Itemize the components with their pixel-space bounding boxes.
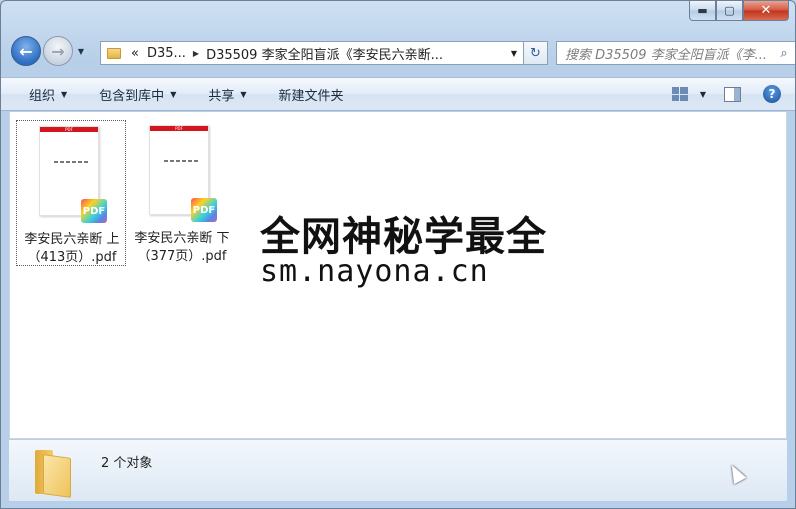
navigation-bar: ← → ▼ « D35... ▶ D35509 李家全阳盲派《李安民六亲断...… xyxy=(11,35,795,67)
file-name-line2: （413页）.pdf xyxy=(27,250,117,265)
item-count: 2 个对象 xyxy=(101,456,153,471)
thumbnail-text-line xyxy=(54,161,88,163)
search-icon[interactable]: ⌕ xyxy=(773,46,795,61)
file-name-line1: 李安民六亲断 下 xyxy=(134,231,230,246)
file-name[interactable]: 李安民六亲断 上 （413页）.pdf xyxy=(17,231,127,267)
organize-menu[interactable]: 组织 ▼ xyxy=(19,82,77,106)
thumbnail-text-line xyxy=(164,160,198,162)
new-folder-label: 新建文件夹 xyxy=(278,88,344,104)
file-list-area[interactable]: PDF PDF 李安民六亲断 上 （413页）.pdf PDF PDF 李安民六… xyxy=(9,112,787,439)
help-icon[interactable]: ? xyxy=(763,85,781,103)
back-button[interactable]: ← xyxy=(11,36,41,66)
forward-button[interactable]: → xyxy=(43,36,73,66)
search-placeholder: 搜索 D35509 李家全阳盲派《李... xyxy=(565,47,768,63)
file-item[interactable]: PDF PDF 李安民六亲断 上 （413页）.pdf xyxy=(16,120,126,266)
minimize-button[interactable]: ▬ xyxy=(689,1,716,21)
file-name-line1: 李安民六亲断 上 xyxy=(24,232,120,247)
include-in-library-label: 包含到库中 xyxy=(99,88,165,104)
organize-label: 组织 xyxy=(29,88,56,104)
file-name-line2: （377页）.pdf xyxy=(137,249,227,264)
chevron-down-icon: ▼ xyxy=(61,89,68,99)
explorer-window: ▬ ▢ ✕ ← → ▼ « D35... ▶ D35509 李家全阳盲派《李安民… xyxy=(0,0,796,509)
folder-icon xyxy=(31,450,75,498)
address-dropdown-icon[interactable]: ▼ xyxy=(505,49,523,58)
share-label: 共享 xyxy=(208,88,235,104)
chevron-down-icon: ▼ xyxy=(77,46,85,56)
details-pane: 2 个对象 xyxy=(9,439,787,501)
pdf-app-icon: PDF xyxy=(81,199,107,223)
change-view-icon[interactable] xyxy=(671,87,688,101)
chevron-right-icon[interactable]: ▶ xyxy=(190,49,202,58)
include-in-library-menu[interactable]: 包含到库中 ▼ xyxy=(89,82,186,106)
close-button[interactable]: ✕ xyxy=(743,1,789,21)
file-name[interactable]: 李安民六亲断 下 （377页）.pdf xyxy=(127,230,237,266)
refresh-icon: ↻ xyxy=(530,45,541,61)
pdf-header-band: PDF xyxy=(40,127,98,132)
chevron-down-icon: ▼ xyxy=(170,89,177,99)
pdf-app-icon: PDF xyxy=(191,198,217,222)
recent-pages-dropdown[interactable]: ▼ xyxy=(75,47,87,56)
maximize-button[interactable]: ▢ xyxy=(716,1,743,21)
toolbar-right: ▼ ? xyxy=(671,85,795,103)
caption-buttons: ▬ ▢ ✕ xyxy=(689,1,789,23)
folder-icon xyxy=(107,47,121,59)
file-item[interactable]: PDF PDF 李安民六亲断 下 （377页）.pdf xyxy=(127,120,237,266)
search-input[interactable]: 搜索 D35509 李家全阳盲派《李... ⌕ xyxy=(556,41,795,65)
breadcrumb-overflow[interactable]: « xyxy=(127,46,143,61)
mouse-cursor-icon xyxy=(725,461,747,485)
arrow-left-icon: ← xyxy=(19,41,33,61)
command-bar: 组织 ▼ 包含到库中 ▼ 共享 ▼ 新建文件夹 ▼ ? xyxy=(1,77,795,111)
arrow-right-icon: → xyxy=(51,41,65,61)
new-folder-button[interactable]: 新建文件夹 xyxy=(269,82,354,106)
pdf-header-band: PDF xyxy=(150,126,208,131)
breadcrumb-segment-1[interactable]: D35... xyxy=(143,46,190,61)
address-bar[interactable]: « D35... ▶ D35509 李家全阳盲派《李安民六亲断... ▼ xyxy=(100,41,524,65)
preview-pane-icon[interactable] xyxy=(724,86,741,102)
refresh-button[interactable]: ↻ xyxy=(524,41,548,65)
breadcrumb-segment-2[interactable]: D35509 李家全阳盲派《李安民六亲断... xyxy=(202,44,447,63)
view-options-dropdown[interactable]: ▼ xyxy=(700,90,706,99)
watermark-url: sm.nayona.cn xyxy=(260,254,489,289)
share-menu[interactable]: 共享 ▼ xyxy=(198,82,256,106)
chevron-down-icon: ▼ xyxy=(240,89,247,99)
watermark-overlay: 全网神秘学最全 sm.nayona.cn xyxy=(252,198,552,304)
